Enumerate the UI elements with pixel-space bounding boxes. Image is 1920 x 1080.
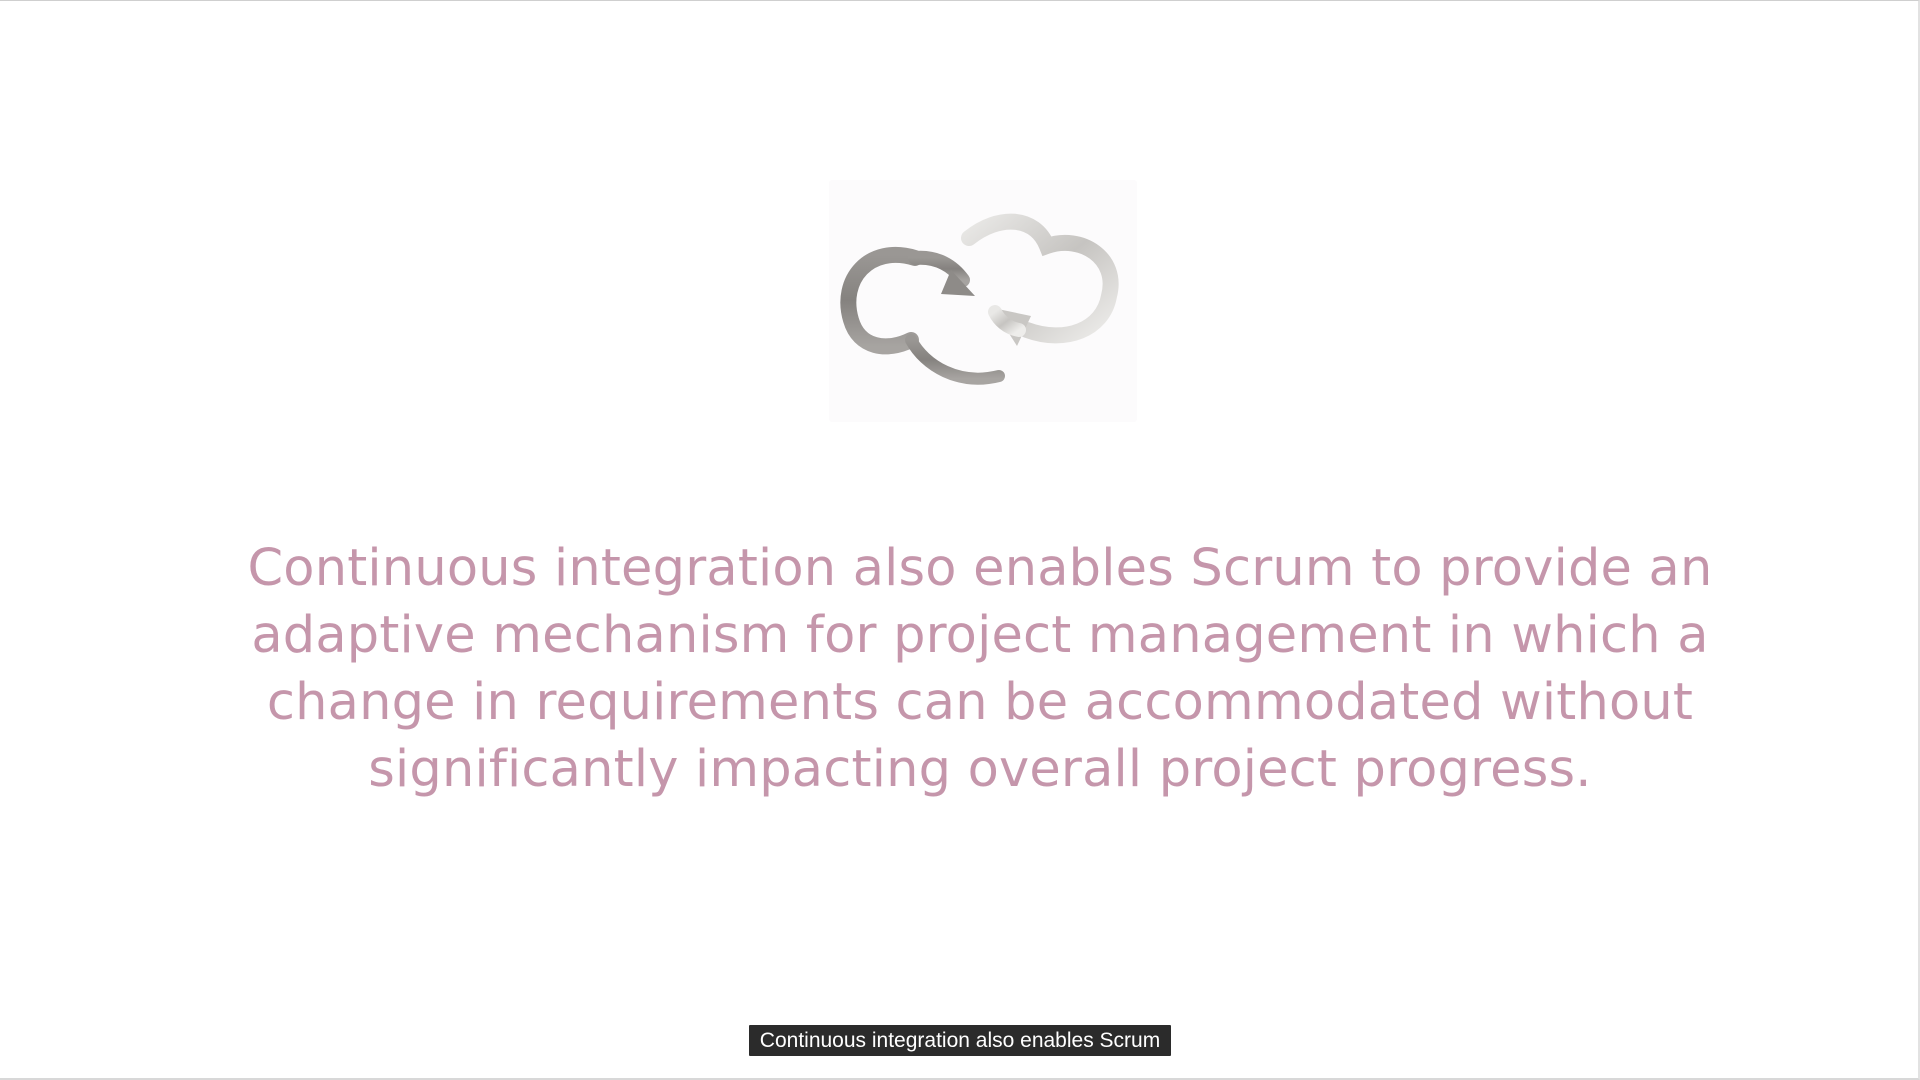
slide-body-text: Continuous integration also enables Scru… bbox=[247, 539, 1713, 799]
video-frame: Continuous integration also enables Scru… bbox=[0, 0, 1920, 1080]
cycle-arrows-icon bbox=[829, 180, 1137, 422]
subtitle-caption: Continuous integration also enables Scru… bbox=[749, 1025, 1171, 1056]
